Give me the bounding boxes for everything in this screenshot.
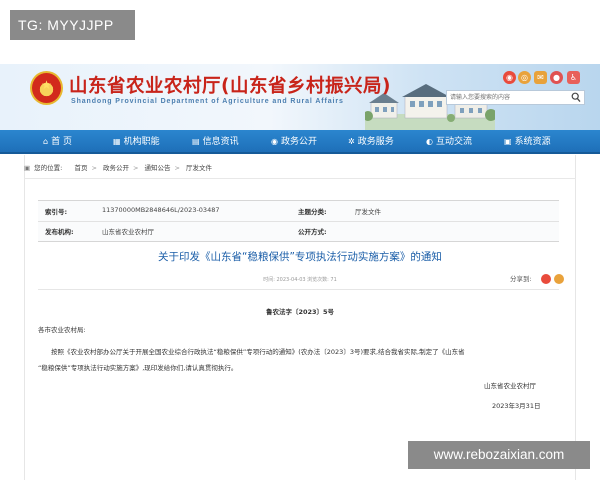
share-weibo-icon[interactable]: [541, 274, 551, 284]
publish-mode-label: 公开方式:: [298, 228, 327, 236]
body-line: “稳粮保供”专项执法行动实施方案》,现印发给你们,请认真贯彻执行。: [38, 364, 238, 372]
nav-label: 互动交流: [435, 137, 472, 147]
location-icon: ▣: [24, 164, 31, 172]
nav-service[interactable]: ✲ 政务服务: [348, 130, 394, 154]
signature: 山东省农业农村厅: [484, 382, 536, 390]
nav-label: 政务公开: [280, 137, 317, 147]
wechat-icon[interactable]: ●: [550, 71, 563, 84]
nav-label: 政务服务: [357, 137, 394, 147]
document-number: 鲁农法字〔2023〕5号: [265, 308, 335, 316]
breadcrumb-item-notices[interactable]: 通知公告: [145, 164, 171, 172]
interaction-icon: ◐: [426, 137, 433, 146]
category-value: 厅发文件: [355, 208, 381, 216]
page: TG: MYYJJPP ★ 山东省农业农村厅(山东省乡村振兴局) Shandon…: [0, 0, 600, 480]
nav-organization[interactable]: ▦ 机构职能: [113, 130, 160, 154]
category-label: 主题分类:: [298, 208, 327, 216]
nav-label: 首 页: [51, 137, 72, 147]
breadcrumb-separator: >: [132, 164, 139, 172]
nav-news[interactable]: ▤ 信息资讯: [192, 130, 239, 154]
search-input[interactable]: [447, 91, 567, 104]
nav-label: 机构职能: [123, 137, 160, 147]
overlay-tag: TG: MYYJJPP: [10, 10, 135, 40]
breadcrumb-separator: >: [91, 164, 97, 172]
share-divider: [38, 289, 559, 290]
watermark: www.rebozaixian.com: [408, 441, 590, 469]
search-box: [446, 90, 585, 105]
nav-open-gov[interactable]: ◉ 政务公开: [271, 130, 317, 154]
issuer-value: 山东省农业农村厅: [102, 228, 154, 236]
service-icon: ✲: [348, 137, 355, 146]
index-value: 11370000MB2848646L/2023-03487: [102, 206, 220, 214]
breadcrumb-item-dept-docs[interactable]: 厅发文件: [186, 164, 212, 172]
share-label: 分享到:: [510, 275, 532, 283]
nav-interaction[interactable]: ◐ 互动交流: [426, 130, 472, 154]
open-gov-icon: ◉: [271, 137, 278, 146]
main-nav: ⌂ 首 页 ▦ 机构职能 ▤ 信息资讯 ◉ 政务公开 ✲ 政务服务 ◐ 互动交流 ▣ 系统资源: [0, 130, 600, 154]
body-paragraph: 按照《农业农村部办公厅关于开展全国农业综合行政执法“稳粮保供”专项行动的通知》(…: [38, 344, 568, 376]
signature-date: 2023年3月31日: [492, 402, 541, 410]
breadcrumb-divider: [24, 178, 576, 179]
nav-resources[interactable]: ▣ 系统资源: [504, 130, 551, 154]
document-title: 关于印发《山东省“稳粮保供”专项执法行动实施方案》的通知: [158, 251, 442, 263]
body-line: 按照《农业农村部办公厅关于开展全国农业综合行政执法“稳粮保供”专项行动的通知》(…: [51, 348, 465, 356]
site-subtitle: Shandong Provincial Department of Agricu…: [71, 98, 344, 105]
org-icon: ▦: [113, 137, 121, 146]
breadcrumb-item-home[interactable]: 首页: [74, 164, 87, 172]
nav-label: 信息资讯: [202, 137, 239, 147]
index-label: 索引号:: [45, 208, 68, 216]
email-icon[interactable]: ✉: [534, 71, 547, 84]
weibo-icon[interactable]: ◉: [503, 71, 516, 84]
salutation: 各市农业农村局:: [38, 326, 86, 334]
nav-home[interactable]: ⌂ 首 页: [43, 130, 72, 154]
search-icon[interactable]: [571, 92, 581, 103]
wechat-icon[interactable]: ◎: [518, 71, 531, 84]
resources-icon: ▣: [504, 137, 512, 146]
breadcrumb-label: 您的位置:: [34, 164, 63, 172]
nav-label: 系统资源: [514, 137, 551, 147]
home-icon: ⌂: [43, 137, 49, 146]
site-title: 山东省农业农村厅(山东省乡村振兴局): [69, 76, 391, 97]
accessibility-icon[interactable]: ♿: [567, 71, 580, 84]
breadcrumb-item-open-gov[interactable]: 政务公开: [103, 164, 129, 172]
meta-row-divider: [38, 221, 559, 222]
national-emblem-icon: ★: [30, 71, 63, 105]
news-icon: ▤: [192, 137, 200, 146]
issuer-label: 发布机构:: [45, 228, 74, 236]
share-wechat-icon[interactable]: [554, 274, 564, 284]
breadcrumb-separator: >: [174, 164, 180, 172]
breadcrumb: ▣ 您的位置: 首页 > 政务公开 > 通知公告 > 厅发文件: [24, 162, 216, 172]
